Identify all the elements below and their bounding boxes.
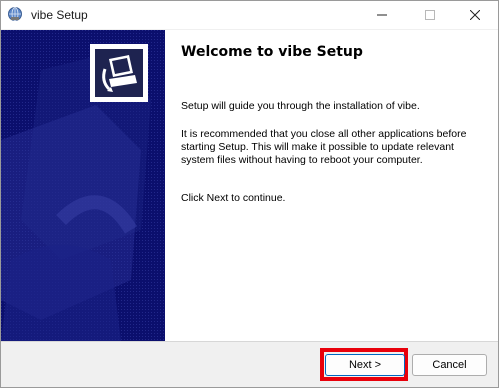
minimize-button[interactable] [359,1,405,29]
window-title: vibe Setup [31,8,88,22]
close-icon [470,10,480,20]
installer-window: vibe Setup Welcome to vibe Setup Setup w… [0,0,499,388]
continue-instruction: Click Next to continue. [181,192,286,204]
welcome-content: Welcome to vibe Setup Setup will guide y… [165,30,498,341]
maximize-icon [425,10,435,20]
title-bar[interactable]: vibe Setup [1,1,498,29]
installer-logo [90,44,148,102]
intro-text: Setup will guide you through the install… [181,100,420,112]
recommendation-text: It is recommended that you close all oth… [181,128,467,166]
close-button[interactable] [452,1,498,29]
welcome-banner [1,30,165,341]
maximize-button[interactable] [407,1,453,29]
installer-computer-icon [95,49,143,97]
cancel-button[interactable]: Cancel [412,354,487,376]
next-button[interactable]: Next > [325,354,405,376]
minimize-icon [377,14,387,16]
page-title: Welcome to vibe Setup [181,44,363,60]
footer-divider [1,341,498,342]
setup-globe-icon [7,6,23,22]
